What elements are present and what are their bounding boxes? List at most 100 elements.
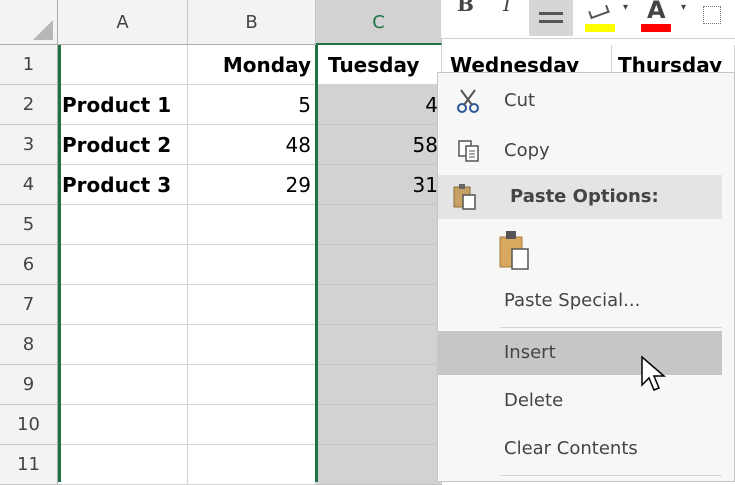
cell-value: Tuesday <box>328 53 420 77</box>
column-selection-border-left <box>315 45 318 482</box>
row-number: 5 <box>22 214 35 235</box>
align-button[interactable] <box>529 0 573 36</box>
highlight-dropdown[interactable]: ▾ <box>623 2 628 32</box>
cell-a7[interactable] <box>58 285 188 325</box>
cell-c8[interactable] <box>316 325 442 365</box>
row-header-9[interactable]: 9 <box>0 365 58 405</box>
cell-b5[interactable] <box>188 205 316 245</box>
cell-a2[interactable]: Product 1 <box>58 85 188 125</box>
font-color-button[interactable]: A <box>641 0 677 32</box>
row-header-1[interactable]: 1 <box>0 45 58 85</box>
highlight-color-bar <box>585 24 615 32</box>
column-header-b[interactable]: B <box>188 0 316 45</box>
copy-icon <box>456 138 482 164</box>
cell-b9[interactable] <box>188 365 316 405</box>
menu-label: Copy <box>504 129 550 173</box>
cell-value: Product 3 <box>62 173 172 197</box>
mini-toolbar: B I ▾ A ▾ <box>441 0 735 39</box>
row-header-6[interactable]: 6 <box>0 245 58 285</box>
cell-a3[interactable]: Product 2 <box>58 125 188 165</box>
chevron-down-icon: ▾ <box>623 2 629 13</box>
cell-a11[interactable] <box>58 445 188 485</box>
font-color-dropdown[interactable]: ▾ <box>681 2 686 32</box>
cell-c10[interactable] <box>316 405 442 445</box>
row-number: 6 <box>22 254 35 275</box>
cell-c4[interactable]: 31 <box>316 165 442 205</box>
cell-b2[interactable]: 5 <box>188 85 316 125</box>
cell-c9[interactable] <box>316 365 442 405</box>
cell-a1[interactable] <box>58 45 188 85</box>
mouse-pointer-icon <box>640 355 670 395</box>
cell-value: 58 <box>412 133 438 157</box>
cell-c5[interactable] <box>316 205 442 245</box>
row-header-7[interactable]: 7 <box>0 285 58 325</box>
insert-label: Insert <box>504 342 556 363</box>
align-center-icon-line <box>539 20 563 23</box>
menu-item-clear-contents[interactable]: Clear Contents <box>438 427 722 471</box>
row-number: 8 <box>22 334 35 355</box>
highlight-button[interactable] <box>585 0 621 36</box>
row-header-5[interactable]: 5 <box>0 205 58 245</box>
cell-value: 5 <box>298 93 311 117</box>
cell-c1[interactable]: Tuesday <box>316 45 442 85</box>
cell-b6[interactable] <box>188 245 316 285</box>
cell-a9[interactable] <box>58 365 188 405</box>
clear-contents-label: Clear Contents <box>504 438 638 459</box>
cell-a10[interactable] <box>58 405 188 445</box>
align-center-icon <box>539 12 563 15</box>
column-letter: A <box>116 12 129 33</box>
cell-a8[interactable] <box>58 325 188 365</box>
cell-b1[interactable]: Monday <box>188 45 316 85</box>
column-letter: B <box>245 12 258 33</box>
context-menu: Cut Copy Paste Options: Paste Special...… <box>437 72 735 482</box>
select-all-corner[interactable] <box>0 0 58 45</box>
paste-options-label: Paste Options: <box>510 186 659 207</box>
cell-b11[interactable] <box>188 445 316 485</box>
row-number: 7 <box>22 294 35 315</box>
clipboard-paste-icon <box>498 229 532 278</box>
row-header-10[interactable]: 10 <box>0 405 58 445</box>
cell-c7[interactable] <box>316 285 442 325</box>
row-header-4[interactable]: 4 <box>0 165 58 205</box>
cell-c11[interactable] <box>316 445 442 485</box>
row-header-8[interactable]: 8 <box>0 325 58 365</box>
cell-value: 48 <box>285 133 311 157</box>
cell-b3[interactable]: 48 <box>188 125 316 165</box>
cell-value: Product 2 <box>62 133 172 157</box>
menu-item-insert[interactable]: Insert <box>438 331 722 375</box>
chevron-down-icon: ▾ <box>681 2 687 13</box>
bold-button[interactable]: B <box>457 0 474 22</box>
row-header-3[interactable]: 3 <box>0 125 58 165</box>
font-color-icon: A <box>647 0 666 24</box>
cell-a6[interactable] <box>58 245 188 285</box>
delete-label: Delete <box>504 390 564 411</box>
menu-item-delete[interactable]: Delete <box>438 379 722 423</box>
menu-separator <box>500 475 722 476</box>
menu-label: Insert <box>504 331 556 375</box>
cut-label: Cut <box>504 90 536 111</box>
menu-item-cut[interactable]: Cut <box>438 79 722 123</box>
row-number: 9 <box>22 374 35 395</box>
cell-a5[interactable] <box>58 205 188 245</box>
cell-b10[interactable] <box>188 405 316 445</box>
italic-button[interactable]: I <box>503 0 511 22</box>
menu-label: Paste Special... <box>504 279 640 323</box>
cell-c2[interactable]: 4 <box>316 85 442 125</box>
cell-c3[interactable]: 58 <box>316 125 442 165</box>
row-header-11[interactable]: 11 <box>0 445 58 485</box>
column-header-a[interactable]: A <box>58 0 188 45</box>
scissors-icon <box>456 88 482 114</box>
cell-b7[interactable] <box>188 285 316 325</box>
menu-item-copy[interactable]: Copy <box>438 129 722 173</box>
column-header-c[interactable]: C <box>316 0 442 45</box>
row-header-2[interactable]: 2 <box>0 85 58 125</box>
cell-b8[interactable] <box>188 325 316 365</box>
row-number: 1 <box>22 54 35 75</box>
cell-b4[interactable]: 29 <box>188 165 316 205</box>
cell-a4[interactable]: Product 3 <box>58 165 188 205</box>
row-number: 2 <box>22 94 35 115</box>
cell-c6[interactable] <box>316 245 442 285</box>
menu-item-paste-special[interactable]: Paste Special... <box>438 279 722 323</box>
borders-button[interactable] <box>703 6 721 24</box>
paste-button[interactable] <box>494 223 544 279</box>
